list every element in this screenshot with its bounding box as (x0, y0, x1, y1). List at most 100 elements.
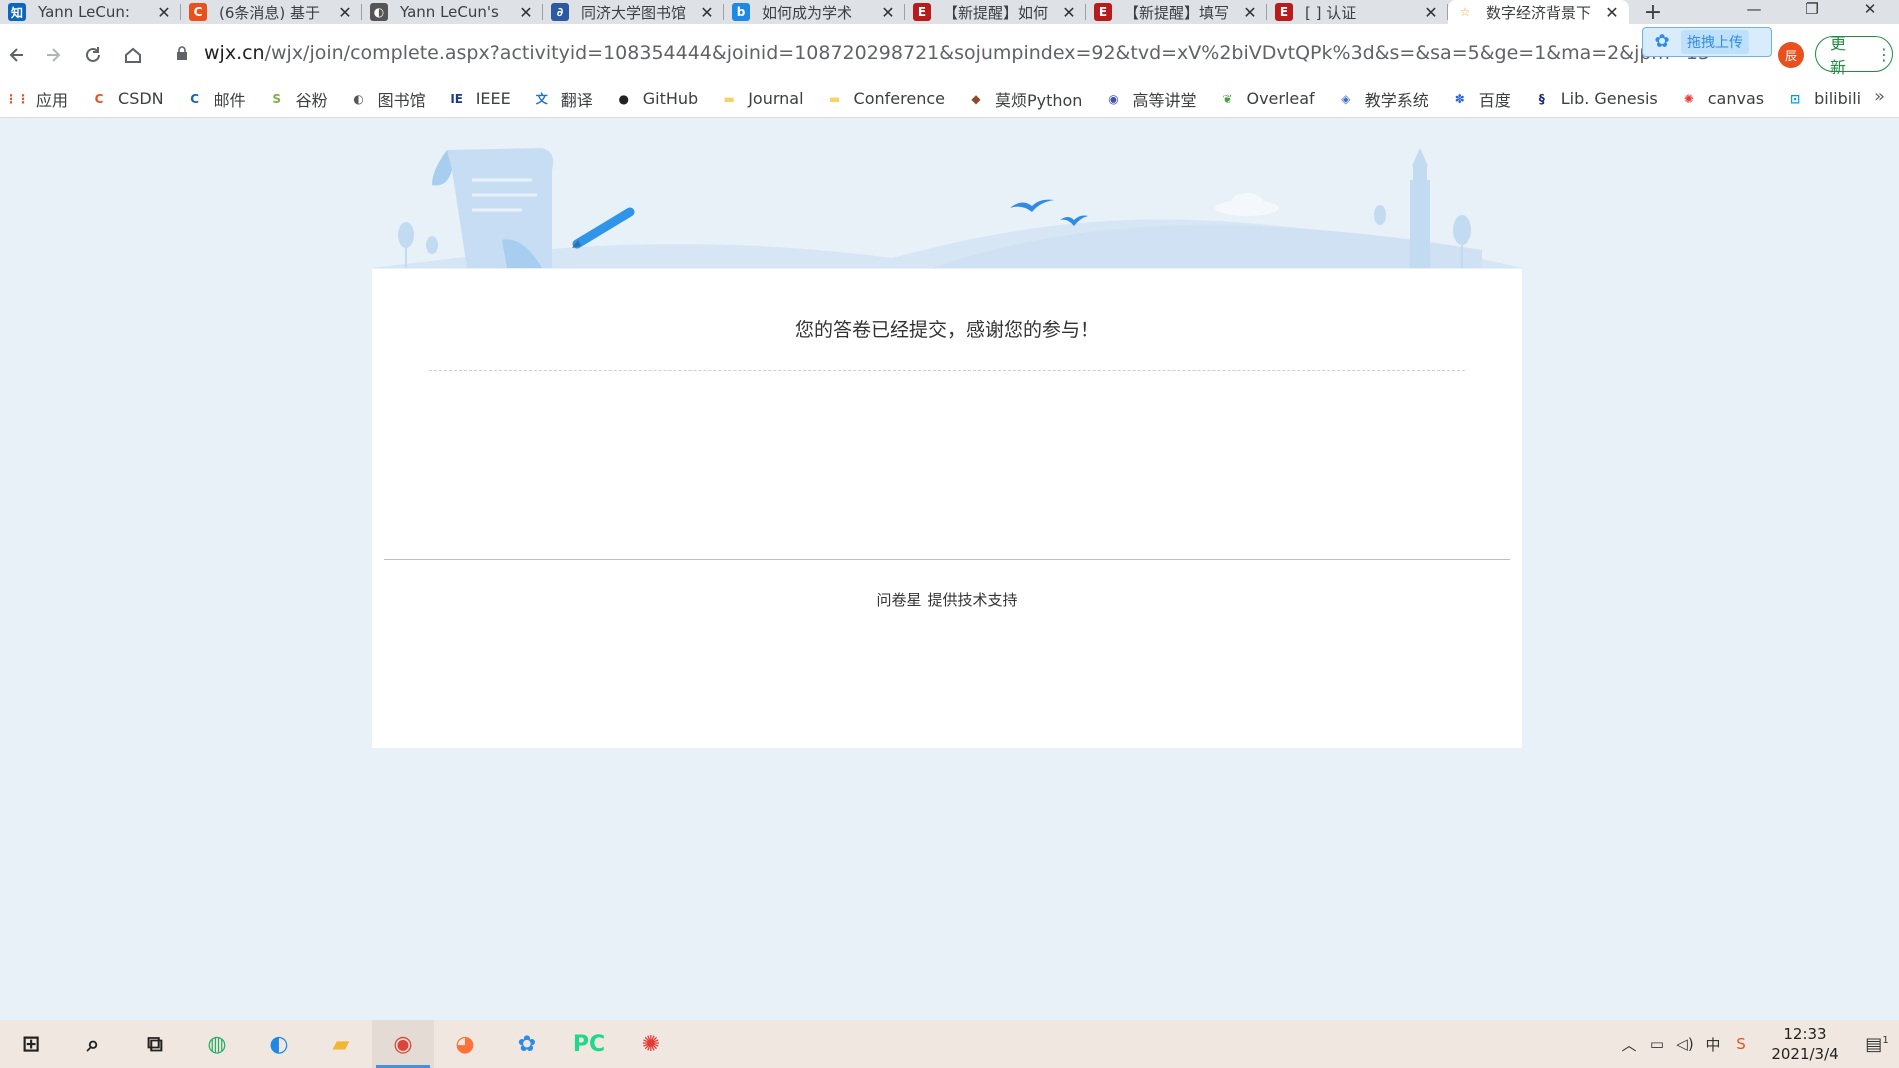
clock-date: 2021/3/4 (1771, 1045, 1839, 1063)
bookmark-item[interactable]: ▬ Conference (826, 89, 945, 108)
browser-tab[interactable]: C (6条消息) 基于 ✕ (181, 0, 362, 24)
tab-close-icon[interactable]: ✕ (698, 3, 716, 22)
bookmark-label: CSDN (118, 89, 164, 108)
apps-grid-icon: ⋮⋮ (5, 91, 29, 106)
browser-tab[interactable]: E 【新提醒】填写 ✕ (1086, 0, 1267, 24)
address-bar[interactable]: wjx.cn/wjx/join/complete.aspx?activityid… (204, 42, 1710, 64)
close-window-button[interactable]: ✕ (1841, 0, 1899, 22)
bookmark-item[interactable]: ● GitHub (615, 89, 699, 108)
globe-icon: ◐ (370, 3, 388, 21)
browser-tab[interactable]: 知 Yann LeCun: ✕ (0, 0, 181, 24)
tab-title: 【新提醒】填写 (1124, 3, 1230, 22)
baidu-netdisk-icon[interactable]: ✿ (496, 1020, 558, 1068)
browser-tab[interactable]: ☆ 数字经济背景下 ✕ (1448, 0, 1629, 24)
browser-toolbar: wjx.cn/wjx/join/complete.aspx?activityid… (0, 24, 1899, 86)
tab-close-icon[interactable]: ✕ (336, 3, 354, 22)
tray-expand-icon[interactable]: ︿ (1615, 1034, 1643, 1055)
bookmark-item[interactable]: ✺ canvas (1680, 89, 1764, 108)
bookmark-item[interactable]: ▬ Journal (720, 89, 804, 108)
clock[interactable]: 12:33 2021/3/4 (1755, 1024, 1855, 1064)
tab-close-icon[interactable]: ✕ (1241, 3, 1259, 22)
task-view-icon[interactable]: ⧉ (124, 1020, 186, 1068)
pycharm-icon[interactable]: PC (558, 1020, 620, 1068)
file-explorer-icon[interactable]: ▰ (310, 1020, 372, 1068)
back-arrow-icon (9, 48, 23, 62)
home-button[interactable] (118, 24, 148, 86)
bookmark-item[interactable]: ◈ 教学系统 (1337, 87, 1429, 111)
huawei-icon[interactable]: ✺ (620, 1020, 682, 1068)
firefox-icon[interactable]: ◕ (434, 1020, 496, 1068)
translate-icon: 文 (535, 92, 548, 106)
tab-close-icon[interactable]: ✕ (1422, 3, 1440, 22)
browser-tab[interactable]: ◐ Yann LeCun's ✕ (362, 0, 543, 24)
tab-title: 同济大学图书馆 (581, 3, 687, 22)
bookmarks-bar: ⋮⋮ 应用 C CSDN C 邮件 S 谷粉 ◐ 图书馆 IE IEEE 文翻译 ● GitHub ▬ Jour… (0, 80, 1899, 118)
baidu-paw-icon: ✽ (1454, 91, 1465, 106)
wjx-brand-link[interactable]: 问卷星 (876, 591, 921, 609)
network-icon[interactable]: ▭ (1643, 1035, 1671, 1053)
bookmark-item[interactable]: ⊡ bilibili (1786, 89, 1861, 108)
bookmark-item[interactable]: ◐ 图书馆 (350, 87, 425, 111)
bookmark-item[interactable]: ❦ Overleaf (1218, 89, 1314, 108)
bookmark-item[interactable]: 文翻译 (533, 87, 593, 111)
bookmark-item[interactable]: ◆ 莫烦Python (967, 87, 1082, 111)
page-content: 您的答卷已经提交，感谢您的参与！ 问卷星 提供技术支持 (0, 118, 1899, 1020)
volume-icon[interactable]: ◁) (1671, 1035, 1699, 1053)
bookmark-item[interactable]: C CSDN (90, 89, 164, 108)
drag-upload-extension[interactable]: ✿ 拖拽上传 (1642, 27, 1772, 57)
bookmarks-overflow-button[interactable]: » (1874, 86, 1885, 107)
wechat-icon[interactable]: ◍ (186, 1020, 248, 1068)
tab-close-icon[interactable]: ✕ (1603, 3, 1621, 22)
tab-close-icon[interactable]: ✕ (155, 3, 173, 22)
chrome-icon[interactable]: ◉ (372, 1020, 434, 1068)
minimize-button[interactable]: — (1725, 0, 1783, 22)
update-button[interactable]: 更新 ⋮ (1815, 34, 1893, 77)
tab-title: Yann LeCun's (400, 3, 499, 21)
bing-icon: b (732, 3, 750, 21)
browser-tab[interactable]: b 如何成为学术 ✕ (724, 0, 905, 24)
forward-button[interactable] (38, 24, 68, 86)
system-tray: ︿ ▭ ◁) 中 S 12:33 2021/3/4 ▤1 (1615, 1020, 1899, 1068)
browser-tab[interactable]: E 【新提醒】如何 ✕ (905, 0, 1086, 24)
browser-tab[interactable]: ∂ 同济大学图书馆 ✕ (543, 0, 724, 24)
sogou-icon[interactable]: S (1727, 1035, 1755, 1053)
notification-count: 1 (1882, 1034, 1889, 1046)
bookmark-label: 邮件 (213, 90, 246, 110)
back-button[interactable] (2, 24, 32, 86)
ime-icon[interactable]: 中 (1699, 1034, 1727, 1055)
tab-close-icon[interactable]: ✕ (1060, 3, 1078, 22)
bookmark-label: Overleaf (1246, 89, 1315, 108)
bookmark-item[interactable]: IE IEEE (448, 89, 510, 108)
bookmark-item[interactable]: § Lib. Genesis (1533, 89, 1658, 108)
bookmark-item[interactable]: ◉ 高等讲堂 (1104, 87, 1196, 111)
bookmark-item[interactable]: S 谷粉 (268, 87, 327, 111)
profile-avatar[interactable]: 辰 (1778, 42, 1804, 68)
notification-icon: ▤ (1865, 1033, 1883, 1055)
home-icon (125, 47, 141, 63)
bookmark-item[interactable]: ✽ 百度 (1451, 87, 1511, 111)
notification-center-button[interactable]: ▤1 (1855, 1034, 1899, 1055)
tab-close-icon[interactable]: ✕ (879, 3, 897, 22)
bookmark-item[interactable]: ⋮⋮ 应用 (5, 87, 68, 111)
bookmark-label: 翻译 (560, 90, 593, 110)
cloud-illustration (1215, 193, 1279, 216)
maximize-button[interactable]: ❐ (1783, 0, 1841, 22)
bookmark-label: Journal (748, 89, 804, 108)
reload-button[interactable] (78, 24, 108, 86)
new-tab-button[interactable]: + (1633, 0, 1673, 25)
canvas-icon: ✺ (1683, 91, 1694, 106)
bilibili-icon: ⊡ (1790, 91, 1801, 106)
lock-icon[interactable] (176, 46, 188, 60)
pen-illustration (572, 207, 635, 249)
forum-e-icon: E (913, 3, 931, 21)
bookmark-item[interactable]: C 邮件 (186, 87, 246, 111)
browser-tab[interactable]: E [ ] 认证 ✕ (1267, 0, 1448, 24)
edge-icon[interactable]: ◐ (248, 1020, 310, 1068)
birds-illustration (1010, 199, 1088, 226)
footer-divider (384, 559, 1510, 560)
header-illustration (372, 148, 1522, 268)
tab-close-icon[interactable]: ✕ (517, 3, 535, 22)
start-icon[interactable]: ⊞ (0, 1020, 62, 1068)
search-icon[interactable]: ⌕ (62, 1020, 124, 1068)
csdn-icon: C (94, 91, 104, 106)
